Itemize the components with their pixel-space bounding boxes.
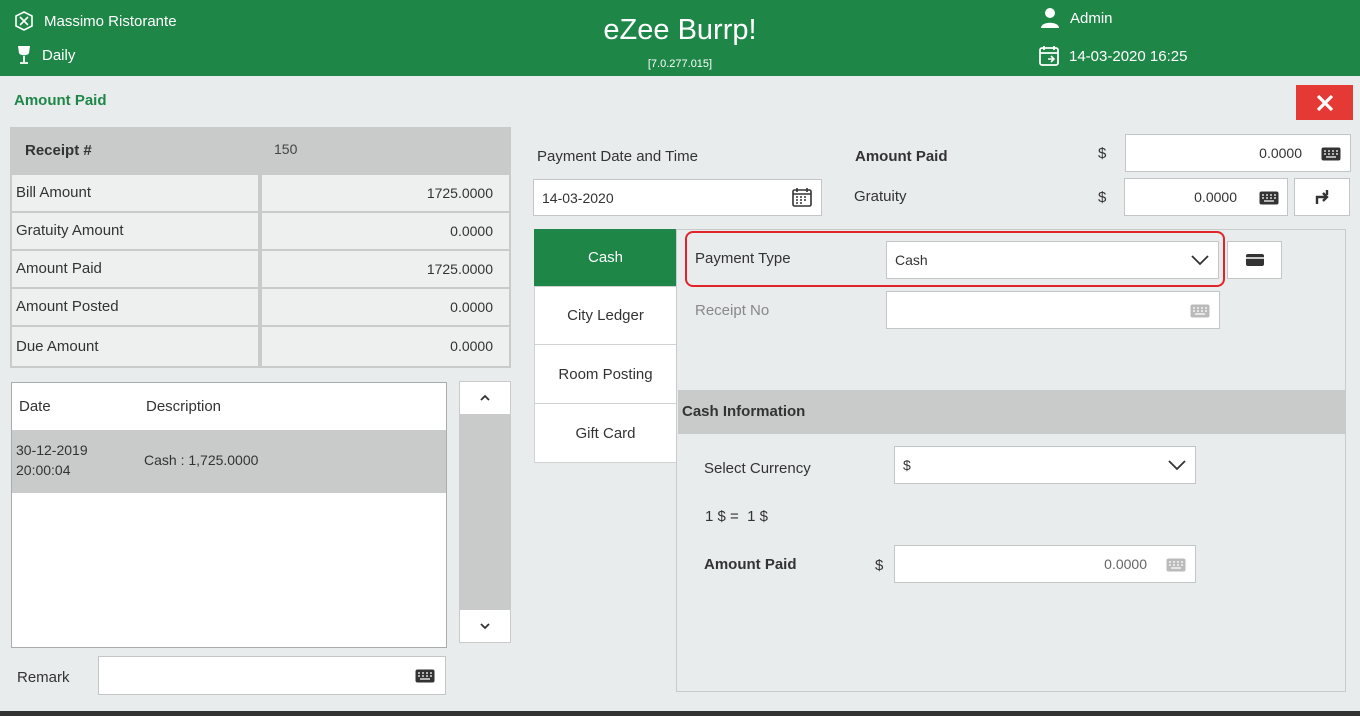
- history-row[interactable]: 30-12-2019 20:00:04 Cash : 1,725.0000: [12, 430, 446, 493]
- app-title: eZee Burrp!: [603, 14, 757, 46]
- app-header: Massimo Ristorante Daily eZee Burrp! [7.…: [0, 0, 1360, 76]
- chevron-up-icon: [480, 394, 490, 401]
- user-info[interactable]: Admin: [1040, 7, 1113, 29]
- summary-row: Due Amount 0.0000: [12, 327, 509, 366]
- calendar-icon: [1039, 46, 1059, 66]
- history-scrollbar[interactable]: [459, 381, 511, 643]
- credit-card-icon: [1245, 254, 1264, 266]
- amount-paid-currency: $: [1098, 145, 1107, 162]
- chevron-down-icon: [480, 623, 490, 630]
- currency-value: $: [903, 457, 911, 473]
- summary-value: 0.0000: [262, 213, 509, 249]
- cash-amount-paid-input[interactable]: 0.0000: [894, 545, 1196, 583]
- tab-cash[interactable]: Cash: [534, 229, 677, 286]
- payment-date-value: 14-03-2020: [542, 189, 614, 206]
- datetime-info: 14-03-2020 16:25: [1039, 45, 1187, 67]
- scroll-down-button[interactable]: [460, 610, 510, 642]
- gratuity-input[interactable]: 0.0000: [1124, 178, 1288, 216]
- user-name: Admin: [1070, 9, 1113, 27]
- cash-amount-currency: $: [875, 557, 884, 574]
- summary-label: Due Amount: [12, 327, 258, 366]
- select-currency-label: Select Currency: [704, 460, 811, 477]
- history-date: 30-12-2019: [16, 442, 88, 458]
- receipt-number: 150: [274, 141, 298, 157]
- summary-label: Gratuity Amount: [12, 213, 258, 249]
- gratuity-apply-button[interactable]: [1294, 178, 1350, 216]
- bottom-bar: [0, 711, 1360, 716]
- gratuity-currency: $: [1098, 189, 1107, 206]
- description-column-header: Description: [146, 398, 222, 415]
- gratuity-label: Gratuity: [854, 188, 907, 205]
- current-datetime: 14-03-2020 16:25: [1069, 47, 1188, 65]
- card-button[interactable]: [1227, 241, 1282, 279]
- date-column-header: Date: [19, 398, 51, 415]
- summary-row: Amount Posted 0.0000: [12, 289, 509, 325]
- receipt-header: Receipt # 150: [10, 127, 511, 173]
- history-time: 20:00:04: [16, 462, 71, 478]
- payment-date-label: Payment Date and Time: [537, 148, 698, 165]
- keyboard-icon[interactable]: [415, 669, 435, 683]
- calendar-picker-icon[interactable]: [792, 187, 812, 207]
- keyboard-icon[interactable]: [1259, 191, 1279, 205]
- summary-row: Bill Amount 1725.0000: [12, 175, 509, 211]
- summary-value: 1725.0000: [262, 175, 509, 211]
- cash-information-header: Cash Information: [678, 390, 1345, 434]
- amount-paid-label: Amount Paid: [855, 148, 948, 165]
- keyboard-icon[interactable]: [1321, 147, 1341, 161]
- payment-date-input[interactable]: 14-03-2020: [533, 179, 822, 216]
- currency-select[interactable]: $: [894, 446, 1196, 484]
- summary-label: Bill Amount: [12, 175, 258, 211]
- summary-value: 0.0000: [262, 327, 509, 366]
- tab-room-posting[interactable]: Room Posting: [534, 344, 677, 404]
- summary-label: Amount Paid: [12, 251, 258, 287]
- remark-input[interactable]: [98, 656, 446, 695]
- gratuity-value: 0.0000: [1194, 189, 1237, 205]
- amount-paid-value: 0.0000: [1259, 145, 1302, 161]
- receipt-no-input[interactable]: [886, 291, 1220, 329]
- user-icon: [1041, 8, 1059, 28]
- payment-history-list[interactable]: Date Description 30-12-2019 20:00:04 Cas…: [11, 382, 447, 648]
- close-button[interactable]: [1296, 85, 1353, 120]
- cash-amount-paid-value: 0.0000: [1104, 556, 1147, 572]
- summary-value: 0.0000: [262, 289, 509, 325]
- remark-label: Remark: [17, 669, 70, 686]
- close-icon: [1316, 94, 1333, 111]
- history-description: Cash : 1,725.0000: [144, 452, 259, 468]
- receipt-summary: Receipt # 150 Bill Amount 1725.0000 Grat…: [10, 127, 511, 368]
- scroll-up-button[interactable]: [460, 382, 510, 414]
- chevron-down-icon: [1168, 460, 1186, 471]
- history-header: Date Description: [12, 383, 446, 429]
- summary-row: Amount Paid 1725.0000: [12, 251, 509, 287]
- cash-amount-paid-label: Amount Paid: [704, 556, 797, 573]
- tab-city-ledger[interactable]: City Ledger: [534, 286, 677, 345]
- receipt-no-label: Receipt No: [695, 302, 770, 319]
- summary-row: Gratuity Amount 0.0000: [12, 213, 509, 249]
- summary-label: Amount Posted: [12, 289, 258, 325]
- tab-gift-card[interactable]: Gift Card: [534, 403, 677, 463]
- amount-paid-input[interactable]: 0.0000: [1125, 134, 1351, 172]
- exchange-rate-text: 1 $ = 1 $: [705, 508, 768, 525]
- page-title: Amount Paid: [14, 92, 107, 109]
- payment-type-highlight: [685, 231, 1225, 287]
- receipt-label: Receipt #: [25, 142, 92, 159]
- redirect-arrow-icon: [1315, 190, 1329, 204]
- summary-value: 1725.0000: [262, 251, 509, 287]
- keyboard-icon[interactable]: [1166, 558, 1186, 572]
- keyboard-icon[interactable]: [1190, 304, 1210, 318]
